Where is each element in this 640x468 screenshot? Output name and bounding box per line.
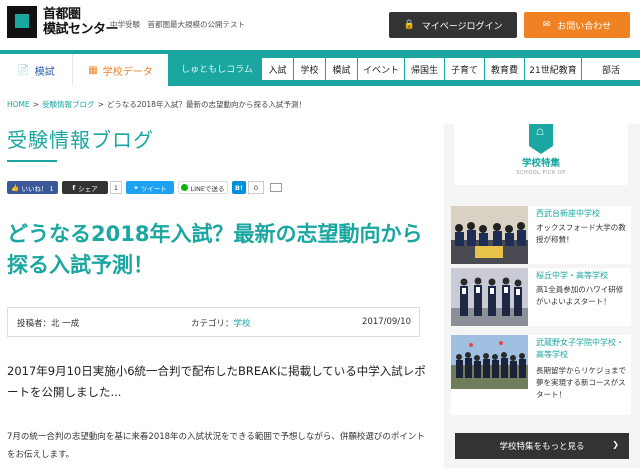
article-title: どうなる2018年入試？最新の志望動向から探る入試予測！ bbox=[7, 222, 423, 277]
category-menu: 入試 学校 模試 イベント 帰国生 子育て 教育費 21世紀教育 部活 bbox=[262, 58, 640, 80]
menu-item-bukatsu[interactable]: 部活 bbox=[582, 58, 640, 80]
school-card-title[interactable]: 西武台新座中学校 bbox=[536, 208, 629, 220]
tab-moshi[interactable]: 📄 模試 bbox=[0, 54, 72, 86]
article-body: 7月の統一合判の志望動向を基に来春2018年の入試状況をできる範囲で予想しながら… bbox=[7, 432, 425, 460]
school-card-desc: 長期留学からリケジョまで 夢を実現する新コースがスタート！ bbox=[536, 366, 626, 399]
school-photo[interactable] bbox=[451, 206, 528, 264]
title-underline bbox=[7, 160, 57, 162]
site-header: 首都圏 模試センター 中学受験 首都圏最大規模の公開テスト 🔒 マイページログイ… bbox=[0, 0, 640, 50]
share-bar: 👍 いいね！ 1 f シェア 1 ✦ ツイート LINEで送る B! 0 bbox=[7, 181, 282, 194]
school-card[interactable]: 桜丘中学・高等学校 高1全員参加のハワイ研修がいよいよスタート！ bbox=[451, 268, 631, 326]
school-card[interactable]: 西武台新座中学校 オックスフォード大学の教授が称賛！ bbox=[451, 206, 631, 264]
email-share-icon[interactable] bbox=[270, 183, 282, 192]
tab-school-data-label: 学校データ bbox=[102, 66, 153, 78]
article-lead: 2017年9月10日実施小6統一合判で配布したBREAKに掲載している中学入試レ… bbox=[7, 364, 426, 399]
tab-school-data[interactable]: ▦ 学校データ bbox=[72, 54, 168, 86]
line-share-button[interactable]: LINEで送る bbox=[178, 181, 228, 194]
sidebar-badge: ☖ bbox=[529, 124, 553, 154]
article-meta: 投稿者：北 一成 カテゴリ：学校 2017/09/10 bbox=[7, 307, 420, 337]
sidebar-subtitle: SCHOOL PICK UP bbox=[516, 170, 566, 176]
school-photo[interactable] bbox=[451, 335, 528, 389]
mypage-login-button[interactable]: 🔒 マイページログイン bbox=[389, 12, 517, 38]
chevron-right-icon: ❯ bbox=[612, 440, 619, 449]
breadcrumb-separator: > bbox=[97, 100, 104, 109]
school-icon: ☖ bbox=[536, 128, 545, 138]
school-bus-icon: ▦ bbox=[88, 64, 98, 76]
article-date: 2017/09/10 bbox=[362, 317, 411, 327]
line-icon bbox=[181, 184, 189, 191]
more-label: 学校特集をもっと見る bbox=[499, 442, 585, 452]
site-logo[interactable]: 首都圏 模試センター bbox=[43, 7, 119, 37]
share-label: シェア bbox=[78, 184, 98, 193]
breadcrumb-current: どうなる2018年入試？最新の志望動向から探る入試予測！ bbox=[106, 100, 306, 109]
logo-mark[interactable] bbox=[7, 6, 37, 38]
blog-title: 受験情報ブログ bbox=[7, 128, 154, 152]
hatena-bookmark-button[interactable]: B! bbox=[232, 181, 246, 194]
contact-button[interactable]: ✉ お問い合わせ bbox=[524, 12, 630, 38]
site-tagline: 中学受験 首都圏最大規模の公開テスト bbox=[110, 20, 245, 29]
menu-item-kosodate[interactable]: 子育て bbox=[445, 58, 485, 80]
line-label: LINEで送る bbox=[190, 184, 225, 193]
article-category: カテゴリ：学校 bbox=[191, 317, 251, 329]
more-school-features-button[interactable]: 学校特集をもっと見る ❯ bbox=[455, 433, 629, 459]
share-count: 1 bbox=[110, 181, 122, 194]
breadcrumb-home[interactable]: HOME bbox=[7, 100, 30, 109]
school-card[interactable]: 武蔵野女子学院中学校・高等学校 長期留学からリケジョまで 夢を実現する新コースが… bbox=[451, 335, 631, 415]
menu-item-moshi[interactable]: 模試 bbox=[326, 58, 358, 80]
contact-label: お問い合わせ bbox=[557, 21, 612, 32]
category-link[interactable]: 学校 bbox=[234, 319, 251, 329]
menu-item-kyoikuhi[interactable]: 教育費 bbox=[485, 58, 525, 80]
hatena-count: 0 bbox=[248, 181, 264, 194]
thumbs-up-icon: 👍 bbox=[11, 183, 20, 192]
facebook-icon: f bbox=[72, 183, 76, 192]
tab-column[interactable]: しゅともしコラム bbox=[176, 56, 258, 80]
school-card-desc: 高1全員参加のハワイ研修がいよいよスタート！ bbox=[536, 285, 624, 306]
school-card-desc: オックスフォード大学の教授が称賛！ bbox=[536, 223, 626, 244]
menu-item-event[interactable]: イベント bbox=[358, 58, 405, 80]
menu-item-nyushi[interactable]: 入試 bbox=[262, 58, 294, 80]
logo-line-2: 模試センター bbox=[43, 22, 119, 37]
facebook-like-button[interactable]: 👍 いいね！ 1 bbox=[7, 181, 58, 194]
menu-item-kikokusei[interactable]: 帰国生 bbox=[405, 58, 445, 80]
school-photo[interactable] bbox=[451, 268, 528, 326]
school-card-title[interactable]: 武蔵野女子学院中学校・高等学校 bbox=[536, 337, 629, 361]
tweet-label: ツイート bbox=[140, 184, 167, 193]
tweet-button[interactable]: ✦ ツイート bbox=[126, 181, 174, 194]
breadcrumb-separator: > bbox=[32, 100, 40, 109]
breadcrumb: HOME > 受験情報ブログ > どうなる2018年入試？最新の志望動向から探る入試予測… bbox=[7, 99, 306, 110]
facebook-share-button[interactable]: f シェア bbox=[62, 181, 108, 194]
category-label: カテゴリ： bbox=[191, 319, 234, 329]
mail-icon: ✉ bbox=[542, 20, 551, 30]
sidebar-title: 学校特集 bbox=[521, 158, 560, 169]
lock-icon: 🔒 bbox=[403, 20, 415, 30]
document-icon: 📄 bbox=[17, 64, 30, 76]
article-author: 投稿者：北 一成 bbox=[17, 319, 80, 329]
logo-line-1: 首都圏 bbox=[43, 7, 81, 22]
twitter-icon: ✦ bbox=[133, 183, 139, 192]
menu-item-gakko[interactable]: 学校 bbox=[294, 58, 326, 80]
login-label: マイページログイン bbox=[421, 21, 503, 32]
school-card-title[interactable]: 桜丘中学・高等学校 bbox=[536, 270, 629, 282]
like-label: いいね！ 1 bbox=[21, 184, 54, 193]
menu-item-21c[interactable]: 21世紀教育 bbox=[525, 58, 582, 80]
tab-moshi-label: 模試 bbox=[34, 66, 55, 78]
breadcrumb-blog[interactable]: 受験情報ブログ bbox=[42, 100, 95, 109]
